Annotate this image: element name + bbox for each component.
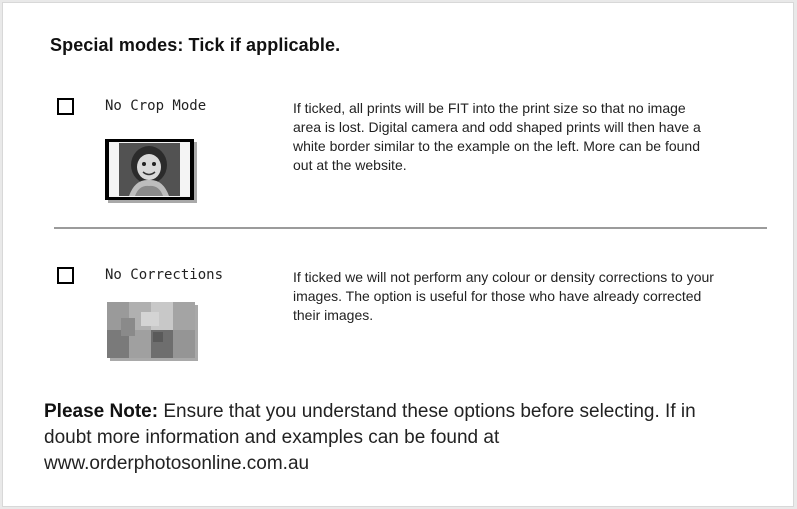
section-heading: Special modes: Tick if applicable. <box>50 35 341 55</box>
child-photo-thumbnail <box>105 139 194 200</box>
no-crop-mode-label: No Crop Mode <box>105 98 207 114</box>
no-crop-mode-description: If ticked, all prints will be FIT into t… <box>293 100 701 173</box>
section-divider <box>54 227 767 229</box>
no-corrections-description: If ticked we will not perform any colour… <box>293 269 714 323</box>
no-crop-mode-checkbox[interactable] <box>57 98 74 115</box>
no-corrections-label: No Corrections <box>105 267 224 283</box>
grey-swatch-thumbnail <box>107 302 195 358</box>
please-note-label: Please Note: <box>44 401 159 422</box>
special-modes-panel: Special modes: Tick if applicable. No Cr… <box>2 2 794 507</box>
no-corrections-checkbox[interactable] <box>57 267 74 284</box>
please-note-paragraph: Please Note: Ensure that you understand … <box>44 399 744 477</box>
